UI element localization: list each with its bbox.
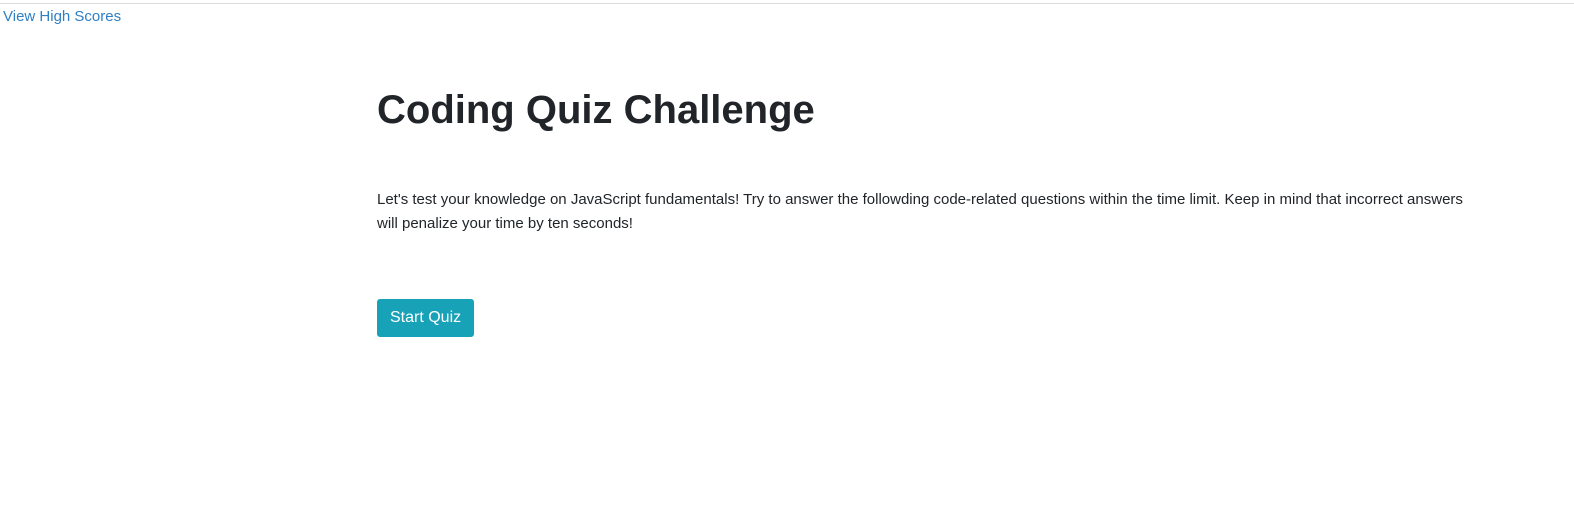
view-high-scores-link[interactable]: View High Scores	[3, 7, 121, 27]
quiz-instructions: Let's test your knowledge on JavaScript …	[377, 191, 1463, 232]
start-quiz-button[interactable]: Start Quiz	[377, 299, 475, 337]
top-divider	[0, 3, 1574, 4]
page-title: Coding Quiz Challenge	[377, 88, 815, 132]
